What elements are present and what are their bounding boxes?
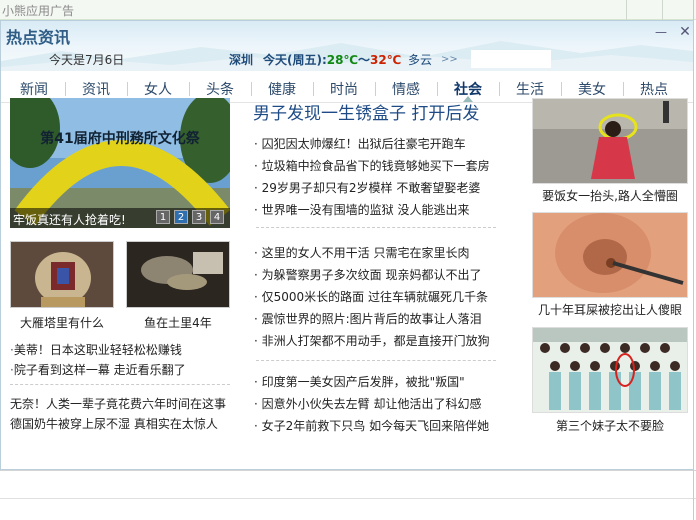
divider [0, 498, 696, 499]
tab-2[interactable]: 资讯 [71, 79, 121, 99]
list-item[interactable]: 无奈！人类一辈子竟花费六年时间在这事 [10, 395, 226, 412]
tab-7[interactable]: 情感 [381, 79, 431, 99]
thumb-image-pagoda[interactable] [10, 241, 114, 308]
slide-dot-1[interactable]: 1 [156, 210, 170, 224]
city-name[interactable]: 深圳 [229, 51, 253, 68]
bottom-bar [0, 470, 696, 520]
divider [256, 227, 496, 228]
image-caption[interactable]: 几十年耳屎被挖出让人傻眼 [532, 301, 688, 318]
slide-dot-4[interactable]: 4 [210, 210, 224, 224]
news-item[interactable]: · 囚犯因太帅爆红！出狱后往豪宅开跑车 [254, 135, 466, 152]
scrollbar-edge [693, 0, 694, 520]
app-divider [626, 0, 627, 20]
tab-6[interactable]: 时尚 [319, 79, 369, 99]
group-of-women-image [533, 328, 687, 412]
temp-separator: ～ [358, 53, 371, 67]
ear-close-up-image [533, 213, 687, 297]
news-item[interactable]: · 印度第一美女因产后发胖，被批"叛国" [254, 373, 465, 390]
window-header: 热点资讯 — ✕ 今天是7月6日 深圳 今天(周五):28℃～32℃ 多云 >> [1, 21, 693, 71]
tab-4[interactable]: 头条 [195, 79, 245, 99]
list-item-text: 美蒂！日本这职业轻轻松松赚钱 [13, 343, 182, 357]
right-image-girls[interactable] [532, 327, 688, 413]
today-label: 今天(周五): [263, 53, 327, 67]
featured-caption: 牢饭真还有人抢着吃! [13, 213, 126, 227]
right-image-ear[interactable] [532, 212, 688, 298]
banner-text: 第41届府中刑務所文化祭 [40, 130, 200, 147]
date-text: 今天是7月6日 [49, 53, 125, 67]
pagoda-relic-image [11, 242, 113, 307]
list-item[interactable]: 德国奶牛被穿上尿不湿 真相实在太惊人 [10, 415, 218, 432]
news-item[interactable]: · 仅5000米长的路面 过往车辆就碾死几千条 [254, 288, 488, 305]
slide-dot-3[interactable]: 3 [192, 210, 206, 224]
divider [10, 384, 230, 385]
weather-condition: 多云 [408, 53, 433, 67]
divider [256, 360, 496, 361]
list-item-text: 院子看到这样一幕 走近看乐翻了 [13, 363, 186, 377]
close-button[interactable]: ✕ [678, 25, 692, 39]
nav-separator [375, 82, 376, 96]
beggar-woman-image [533, 99, 687, 183]
window-title: 热点资讯 [6, 28, 71, 47]
news-item[interactable]: · 世界唯一没有围墙的监狱 没人能逃出来 [254, 201, 469, 218]
tab-5[interactable]: 健康 [257, 79, 307, 99]
nav-separator [561, 82, 562, 96]
image-caption[interactable]: 第三个妹子太不要脸 [532, 417, 688, 434]
image-caption[interactable]: 要饭女一抬头,路人全懵圈 [532, 187, 688, 204]
minimize-button[interactable]: — [654, 25, 668, 39]
news-item[interactable]: · 29岁男子却只有2岁模样 不敢奢望娶老婆 [254, 179, 480, 196]
fish-in-soil-image [127, 242, 229, 307]
news-item[interactable]: · 女子2年前救下只鸟 如今每天飞回来陪伴她 [254, 417, 489, 434]
thumb-caption[interactable]: 大雁塔里有什么 [10, 314, 114, 331]
nav-separator [499, 82, 500, 96]
screen: 小熊应用广告 热点资讯 — ✕ 今天是7月6日 深圳 今天(周五):28℃～32… [0, 0, 696, 520]
news-item[interactable]: · 为躲警察男子多次纹面 现亲妈都认不出了 [254, 266, 481, 283]
nav-separator [65, 82, 66, 96]
tab-11[interactable]: 热点 [629, 79, 679, 99]
nav-separator [437, 82, 438, 96]
app-title: 小熊应用广告 [2, 4, 75, 18]
slide-dot-2[interactable]: 2 [174, 210, 188, 224]
news-item[interactable]: · 垃圾箱中捡食品省下的钱竟够她买下一套房 [254, 157, 490, 174]
nav-separator [251, 82, 252, 96]
header-blank-box [471, 50, 551, 68]
app-bar: 小熊应用广告 [0, 0, 696, 20]
news-item[interactable]: · 非洲人打架都不用动手，都是直接开门放狗 [254, 332, 490, 349]
temp-high: 32℃ [370, 53, 402, 67]
nav-separator [313, 82, 314, 96]
list-item[interactable]: ·院子看到这样一幕 走近看乐翻了 [10, 361, 186, 378]
app-divider [662, 0, 663, 20]
headline-link[interactable]: 男子发现一生锈盒子 打开后发 [253, 99, 479, 124]
nav-separator [189, 82, 190, 96]
news-item[interactable]: · 这里的女人不用干活 只需宅在家里长肉 [254, 244, 469, 261]
thumb-caption[interactable]: 鱼在土里4年 [126, 314, 230, 331]
tab-3[interactable]: 女人 [133, 79, 183, 99]
right-image-beggar[interactable] [532, 98, 688, 184]
tab-10[interactable]: 美女 [567, 79, 617, 99]
thumb-image-fish[interactable] [126, 241, 230, 308]
featured-slideshow[interactable]: 第41届府中刑務所文化祭 牢饭真还有人抢着吃! 1 2 3 4 [10, 98, 230, 228]
list-item[interactable]: ·美蒂！日本这职业轻轻松松赚钱 [10, 341, 182, 358]
nav-separator [623, 82, 624, 96]
weather-today: 今天(周五):28℃～32℃ [263, 51, 401, 68]
news-item[interactable]: · 震惊世界的照片:图片背后的故事让人落泪 [254, 310, 482, 327]
nav-separator [127, 82, 128, 96]
news-item[interactable]: · 因意外小伙失去左臂 却让他活出了科幻感 [254, 395, 481, 412]
temp-low: 28℃ [326, 53, 359, 67]
tab-1[interactable]: 新闻 [9, 79, 59, 99]
tab-9[interactable]: 生活 [505, 79, 555, 99]
more-weather-link[interactable]: >> [441, 54, 458, 65]
